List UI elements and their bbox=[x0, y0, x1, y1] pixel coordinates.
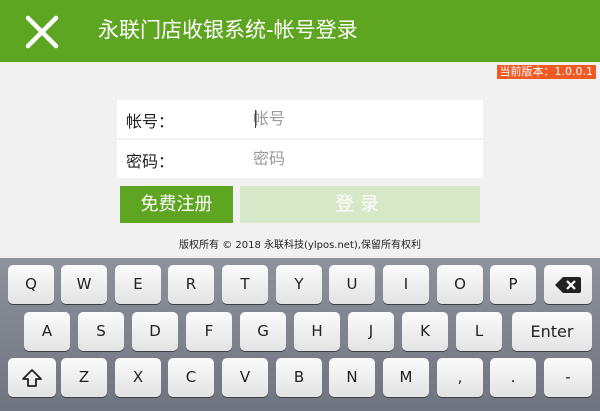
key-c[interactable]: C bbox=[168, 358, 214, 397]
version-badge: 当前版本：1.0.0.1 bbox=[496, 65, 596, 79]
shift-key[interactable] bbox=[8, 358, 56, 397]
account-row: 帐号： bbox=[117, 100, 483, 138]
password-label: 密码： bbox=[126, 152, 175, 171]
key-a[interactable]: A bbox=[24, 312, 70, 351]
on-screen-keyboard: Q W E R T Y U I O P A S D F G H J K L En… bbox=[0, 258, 600, 411]
key-s[interactable]: S bbox=[78, 312, 124, 351]
enter-key[interactable]: Enter bbox=[512, 312, 592, 351]
key-r[interactable]: R bbox=[168, 265, 214, 304]
app-header: 永联门店收银系统-帐号登录 bbox=[0, 0, 600, 62]
account-label: 帐号： bbox=[126, 112, 175, 131]
close-button[interactable] bbox=[22, 12, 62, 52]
key-x[interactable]: X bbox=[115, 358, 161, 397]
key-t[interactable]: T bbox=[222, 265, 268, 304]
key-dash[interactable]: - bbox=[544, 358, 592, 397]
key-o[interactable]: O bbox=[437, 265, 483, 304]
key-e[interactable]: E bbox=[115, 265, 161, 304]
key-l[interactable]: L bbox=[456, 312, 502, 351]
key-g[interactable]: G bbox=[240, 312, 286, 351]
key-n[interactable]: N bbox=[329, 358, 375, 397]
login-button[interactable]: 登录 bbox=[240, 186, 480, 223]
page-title: 永联门店收银系统-帐号登录 bbox=[98, 18, 358, 42]
key-h[interactable]: H bbox=[294, 312, 340, 351]
key-comma[interactable]: , bbox=[437, 358, 483, 397]
text-caret bbox=[255, 110, 256, 128]
password-row: 密码： bbox=[117, 140, 483, 178]
key-q[interactable]: Q bbox=[8, 265, 54, 304]
copyright-text: 版权所有 © 2018 永联科技(ylpos.net),保留所有权利 bbox=[179, 240, 421, 251]
key-period[interactable]: . bbox=[490, 358, 536, 397]
key-m[interactable]: M bbox=[383, 358, 429, 397]
key-z[interactable]: Z bbox=[61, 358, 107, 397]
key-v[interactable]: V bbox=[222, 358, 268, 397]
backspace-key[interactable] bbox=[544, 265, 592, 304]
key-w[interactable]: W bbox=[61, 265, 107, 304]
shift-icon bbox=[22, 368, 42, 387]
key-p[interactable]: P bbox=[490, 265, 536, 304]
close-icon bbox=[25, 15, 59, 49]
key-f[interactable]: F bbox=[186, 312, 232, 351]
key-d[interactable]: D bbox=[132, 312, 178, 351]
account-input[interactable] bbox=[253, 105, 473, 131]
password-input[interactable] bbox=[253, 145, 473, 171]
key-k[interactable]: K bbox=[402, 312, 448, 351]
key-j[interactable]: J bbox=[348, 312, 394, 351]
register-button[interactable]: 免费注册 bbox=[120, 186, 233, 223]
key-b[interactable]: B bbox=[276, 358, 322, 397]
key-i[interactable]: I bbox=[383, 265, 429, 304]
key-y[interactable]: Y bbox=[276, 265, 322, 304]
backspace-icon bbox=[555, 276, 581, 293]
key-u[interactable]: U bbox=[329, 265, 375, 304]
